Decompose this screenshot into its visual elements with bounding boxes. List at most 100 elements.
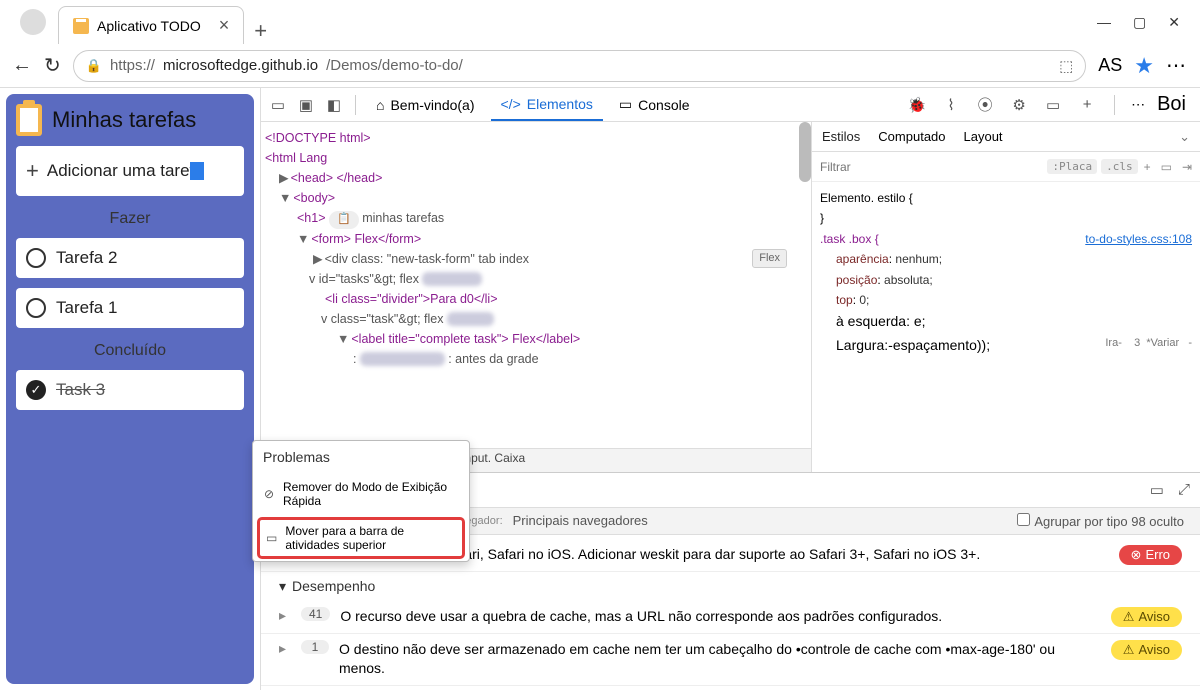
- performance-icon[interactable]: ⦿: [974, 94, 996, 116]
- profile-badge[interactable]: AS: [1098, 55, 1122, 76]
- browser-select[interactable]: Principais navegadores: [513, 513, 648, 528]
- toggle-pane-icon[interactable]: ⇥: [1182, 160, 1192, 174]
- bug-icon[interactable]: 🐞: [906, 94, 928, 116]
- ctxmenu-item-remove[interactable]: ⊘ Remover do Modo de Exibição Rápida: [253, 473, 469, 515]
- text-cursor: [190, 162, 204, 180]
- dom-node[interactable]: <body>: [293, 191, 335, 205]
- tab-layout[interactable]: Layout: [964, 129, 1003, 144]
- url-host: microsoftedge.github.io: [163, 57, 318, 74]
- close-window-icon[interactable]: ✕: [1168, 14, 1180, 31]
- minimize-icon[interactable]: —: [1097, 14, 1111, 31]
- dom-tree[interactable]: <!DOCTYPE html> <html Lang ▶<head> </hea…: [261, 122, 811, 448]
- tab-close-icon[interactable]: ×: [219, 15, 230, 36]
- task-row[interactable]: ✓ Task 3: [16, 370, 244, 410]
- window-controls: — ▢ ✕: [1097, 14, 1180, 31]
- dom-node[interactable]: <h1>: [297, 211, 326, 225]
- panel-icon: ▭: [266, 531, 277, 545]
- devtools: ▭ ▣ ◧ ⌂Bem-vindo(a) </>Elementos ▭Consol…: [260, 88, 1200, 690]
- url-box[interactable]: 🔒 https://microsoftedge.github.io/Demos/…: [73, 50, 1086, 82]
- add-task-input[interactable]: + Adicionar uma tarefa: [16, 146, 244, 196]
- lock-icon: 🔒: [86, 58, 102, 74]
- browser-tab[interactable]: Aplicativo TODO ×: [58, 6, 244, 44]
- task-check-icon[interactable]: ✓: [26, 380, 46, 400]
- group-checkbox[interactable]: Agrupar por tipo 98 oculto: [1017, 513, 1184, 529]
- tab-elements[interactable]: </>Elementos: [491, 88, 603, 121]
- issue-message: O recurso deve usar a quebra de cache, m…: [340, 607, 1100, 627]
- page-title-text: Minhas tarefas: [52, 107, 196, 133]
- profile-avatar[interactable]: [20, 9, 46, 35]
- unpin-icon: ⊘: [263, 487, 275, 501]
- back-button[interactable]: ←: [12, 54, 32, 77]
- favorite-star-icon[interactable]: ★: [1134, 53, 1154, 79]
- cls-toggle[interactable]: .cls: [1101, 159, 1138, 174]
- issue-row[interactable]: ▸ 1 O destino não deve ser armazenado em…: [261, 634, 1200, 686]
- tab-console[interactable]: ▭Console: [609, 88, 700, 121]
- inspect-icon[interactable]: ▭: [267, 94, 289, 116]
- todo-app: Minhas tarefas + Adicionar uma tarefa Fa…: [6, 94, 254, 684]
- network-icon[interactable]: ⌇: [940, 94, 962, 116]
- task-label: Tarefa 2: [56, 248, 117, 268]
- task-label: Task 3: [56, 380, 105, 400]
- issue-group[interactable]: ▾Desempenho: [261, 572, 1200, 601]
- add-task-placeholder: Adicionar uma tarefa: [47, 161, 204, 181]
- tab-favicon: [73, 18, 89, 34]
- scrollbar-thumb[interactable]: [799, 122, 811, 182]
- tab-welcome[interactable]: ⌂Bem-vindo(a): [366, 88, 485, 121]
- devtools-menu-icon[interactable]: ⋯: [1131, 96, 1145, 113]
- css-source-link[interactable]: to-do-styles.css:108: [1085, 229, 1192, 249]
- pwa-install-icon[interactable]: ⬚: [1059, 57, 1073, 75]
- chevron-down-icon[interactable]: ⌄: [1179, 129, 1190, 145]
- flex-badge[interactable]: Flex: [752, 249, 787, 269]
- css-rules[interactable]: Elemento. estilo { } .task .box {to-do-s…: [812, 182, 1200, 472]
- task-row[interactable]: Tarefa 2: [16, 238, 244, 278]
- tab-styles[interactable]: Estilos: [822, 129, 860, 144]
- dom-node[interactable]: <div class: "new-task-form" tab index: [325, 252, 529, 266]
- code-icon: </>: [501, 96, 521, 112]
- dom-node[interactable]: v class="task"&gt; flex: [321, 312, 443, 326]
- dom-node[interactable]: <!DOCTYPE html>: [265, 131, 371, 145]
- task-row[interactable]: Tarefa 1: [16, 288, 244, 328]
- dom-node[interactable]: <label title="complete task"> Flex</labe…: [351, 332, 580, 346]
- ctxmenu-item-move-top[interactable]: ▭ Mover para a barra de atividades super…: [257, 517, 465, 559]
- devtools-toolbar: ▭ ▣ ◧ ⌂Bem-vindo(a) </>Elementos ▭Consol…: [261, 88, 1200, 122]
- task-radio[interactable]: [26, 298, 46, 318]
- ctxmenu-title: Problemas: [253, 441, 469, 473]
- section-done: Concluído: [16, 342, 244, 360]
- new-tab-button[interactable]: +: [254, 18, 267, 44]
- css-selector: .task .box {: [820, 232, 879, 246]
- more-tabs-icon[interactable]: +: [1076, 94, 1098, 116]
- task-radio[interactable]: [26, 248, 46, 268]
- dom-node[interactable]: <html Lang: [265, 151, 327, 165]
- issue-row[interactable]: ▸ 41 O recurso deve usar a quebra de cac…: [261, 601, 1200, 634]
- styles-filter-input[interactable]: [820, 160, 1043, 174]
- tab-computed[interactable]: Computado: [878, 129, 945, 144]
- refresh-button[interactable]: ↻: [44, 53, 61, 78]
- home-icon: ⌂: [376, 97, 384, 113]
- issue-message: O destino não deve ser armazenado em cac…: [339, 640, 1101, 679]
- box-model-icon[interactable]: ▭: [1161, 160, 1172, 174]
- page-title: Minhas tarefas: [16, 104, 244, 136]
- drawer-expand-icon[interactable]: ⤢: [1178, 481, 1190, 499]
- tab-title: Aplicativo TODO: [97, 18, 201, 34]
- dom-node[interactable]: <form> Flex</form>: [311, 232, 421, 246]
- device-icon[interactable]: ▣: [295, 94, 317, 116]
- maximize-icon[interactable]: ▢: [1133, 14, 1146, 31]
- plus-icon: +: [26, 158, 39, 184]
- issue-count: 41: [301, 607, 330, 621]
- dock-icon[interactable]: ◧: [323, 94, 345, 116]
- settings-icon[interactable]: ⚙: [1008, 94, 1030, 116]
- new-style-icon[interactable]: +: [1144, 160, 1151, 174]
- memory-icon[interactable]: ▭: [1042, 94, 1064, 116]
- section-todo: Fazer: [16, 210, 244, 228]
- drawer-dock-icon[interactable]: ▭: [1150, 481, 1164, 499]
- url-path: /Demos/demo-to-do/: [326, 57, 463, 74]
- browser-titlebar: Aplicativo TODO × + — ▢ ✕: [0, 0, 1200, 44]
- dom-node[interactable]: <li class="divider">Para d0</li>: [325, 292, 498, 306]
- console-icon: ▭: [619, 96, 632, 113]
- hov-toggle[interactable]: :Placa: [1047, 159, 1097, 174]
- dom-node[interactable]: v id="tasks"&gt; flex: [309, 272, 419, 286]
- browser-menu-icon[interactable]: ⋯: [1166, 53, 1188, 78]
- clipboard-icon: [16, 104, 42, 136]
- boi-label: Boi: [1157, 93, 1186, 116]
- dom-node[interactable]: <head> </head>: [291, 171, 383, 185]
